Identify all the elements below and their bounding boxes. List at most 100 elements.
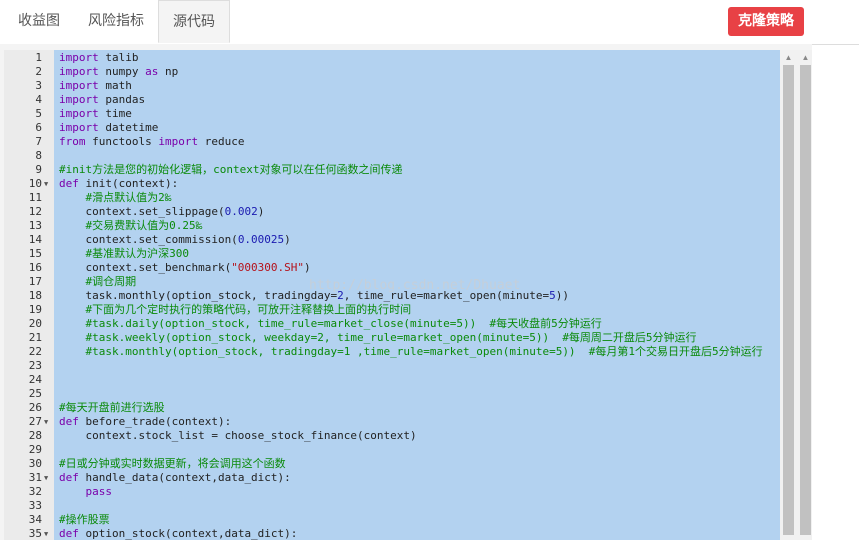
code-line: 5 import time bbox=[4, 107, 780, 121]
code-line: 4 import pandas bbox=[4, 93, 780, 107]
code-editor[interactable]: 1 import talib 2 import numpy as np 3 import … bbox=[4, 50, 780, 540]
code-text: import pandas bbox=[59, 93, 146, 106]
line-number: 9 bbox=[35, 163, 42, 176]
code-line: 7 from functools import reduce bbox=[4, 135, 780, 149]
line-number: 32 bbox=[28, 485, 42, 498]
vertical-scrollbar[interactable] bbox=[783, 65, 794, 535]
code-text: #task.daily(option_stock, time_rule=mark… bbox=[59, 317, 602, 330]
line-number: 35 bbox=[28, 527, 42, 540]
line-number: 2 bbox=[35, 65, 42, 78]
code-line: 29 bbox=[4, 443, 780, 457]
line-number: 23 bbox=[28, 359, 42, 372]
line-number: 34 bbox=[28, 513, 42, 526]
line-number: 6 bbox=[35, 121, 42, 134]
code-line: 18 task.monthly(option_stock, tradingday… bbox=[4, 289, 780, 303]
fold-arrow-icon[interactable]: ▼ bbox=[44, 177, 48, 191]
code-text: from functools import reduce bbox=[59, 135, 245, 148]
line-number: 12 bbox=[28, 205, 42, 218]
code-text: task.monthly(option_stock, tradingday=2,… bbox=[59, 289, 569, 302]
line-number: 16 bbox=[28, 261, 42, 274]
line-number: 18 bbox=[28, 289, 42, 302]
line-number: 25 bbox=[28, 387, 42, 400]
code-text: #每天开盘前进行选股 bbox=[59, 401, 165, 414]
code-line: 12 context.set_slippage(0.002) bbox=[4, 205, 780, 219]
code-text: import time bbox=[59, 107, 132, 120]
code-line: 32 pass bbox=[4, 485, 780, 499]
code-line: 1 import talib bbox=[4, 51, 780, 65]
code-text: context.set_benchmark("000300.SH") bbox=[59, 261, 311, 274]
line-number: 29 bbox=[28, 443, 42, 456]
code-text: def before_trade(context): bbox=[59, 415, 232, 428]
line-number: 21 bbox=[28, 331, 42, 344]
line-number: 11 bbox=[28, 191, 42, 204]
code-text: #task.monthly(option_stock, tradingday=1… bbox=[59, 345, 763, 358]
code-line: 6 import datetime bbox=[4, 121, 780, 135]
code-line: 17 #调仓周期 bbox=[4, 275, 780, 289]
code-text: #调仓周期 bbox=[59, 275, 137, 288]
line-number: 27 bbox=[28, 415, 42, 428]
code-line: 2 import numpy as np bbox=[4, 65, 780, 79]
code-text: #滑点默认值为2‰ bbox=[59, 191, 172, 204]
code-line: 35 ▼ def option_stock(context,data_dict): bbox=[4, 527, 780, 540]
code-line: 11 #滑点默认值为2‰ bbox=[4, 191, 780, 205]
code-text: def init(context): bbox=[59, 177, 179, 190]
vertical-scrollbar-outer[interactable] bbox=[800, 65, 811, 535]
code-line: 9 #init方法是您的初始化逻辑，context对象可以在任何函数之间传递 bbox=[4, 163, 780, 177]
line-number: 22 bbox=[28, 345, 42, 358]
line-number: 20 bbox=[28, 317, 42, 330]
tab-source-code[interactable]: 源代码 bbox=[158, 0, 230, 43]
code-text: import numpy as np bbox=[59, 65, 179, 78]
code-text: #基准默认为沪深300 bbox=[59, 247, 189, 260]
line-number: 15 bbox=[28, 247, 42, 260]
tab-returns-chart[interactable]: 收益图 bbox=[8, 0, 70, 42]
code-text: #下面为几个定时执行的策略代码，可放开注释替换上面的执行时间 bbox=[59, 303, 412, 316]
code-text: def option_stock(context,data_dict): bbox=[59, 527, 298, 540]
scroll-up-arrow-icon[interactable]: ▲ bbox=[800, 54, 811, 62]
code-line: 24 bbox=[4, 373, 780, 387]
fold-arrow-icon[interactable]: ▼ bbox=[44, 471, 48, 485]
tab-bar: 收益图 风险指标 源代码 克隆策略 bbox=[0, 0, 859, 45]
code-line: 15 #基准默认为沪深300 bbox=[4, 247, 780, 261]
code-line: 25 bbox=[4, 387, 780, 401]
code-text: pass bbox=[59, 485, 112, 498]
clone-strategy-button[interactable]: 克隆策略 bbox=[728, 7, 804, 36]
line-number: 31 bbox=[28, 471, 42, 484]
line-number: 28 bbox=[28, 429, 42, 442]
code-line: 27 ▼ def before_trade(context): bbox=[4, 415, 780, 429]
code-text: #task.weekly(option_stock, weekday=2, ti… bbox=[59, 331, 697, 344]
line-number: 19 bbox=[28, 303, 42, 316]
code-text: context.stock_list = choose_stock_financ… bbox=[59, 429, 417, 442]
scroll-up-arrow-icon[interactable]: ▲ bbox=[783, 54, 794, 62]
code-text: context.set_slippage(0.002) bbox=[59, 205, 265, 218]
code-text: #日或分钟或实时数据更新，将会调用这个函数 bbox=[59, 457, 286, 470]
code-line: 33 bbox=[4, 499, 780, 513]
code-line: 3 import math bbox=[4, 79, 780, 93]
code-line: 10 ▼ def init(context): bbox=[4, 177, 780, 191]
line-number: 5 bbox=[35, 107, 42, 120]
fold-arrow-icon[interactable]: ▼ bbox=[44, 415, 48, 429]
code-line: 20 #task.daily(option_stock, time_rule=m… bbox=[4, 317, 780, 331]
code-line: 28 context.stock_list = choose_stock_fin… bbox=[4, 429, 780, 443]
code-line: 22 #task.monthly(option_stock, tradingda… bbox=[4, 345, 780, 359]
code-line: 34 #操作股票 bbox=[4, 513, 780, 527]
code-line: 14 context.set_commission(0.00025) bbox=[4, 233, 780, 247]
code-text: def handle_data(context,data_dict): bbox=[59, 471, 291, 484]
line-number: 33 bbox=[28, 499, 42, 512]
code-line: 23 bbox=[4, 359, 780, 373]
line-number: 14 bbox=[28, 233, 42, 246]
code-text: #操作股票 bbox=[59, 513, 110, 526]
line-number: 8 bbox=[35, 149, 42, 162]
line-number: 4 bbox=[35, 93, 42, 106]
fold-arrow-icon[interactable]: ▼ bbox=[44, 527, 48, 540]
code-line: 26 #每天开盘前进行选股 bbox=[4, 401, 780, 415]
tab-risk-metrics[interactable]: 风险指标 bbox=[78, 0, 154, 42]
line-number: 3 bbox=[35, 79, 42, 92]
code-text: import math bbox=[59, 79, 132, 92]
code-line: 16 context.set_benchmark("000300.SH") bbox=[4, 261, 780, 275]
source-code-panel: 1 import talib 2 import numpy as np 3 import … bbox=[0, 44, 812, 540]
line-number: 24 bbox=[28, 373, 42, 386]
code-line: 21 #task.weekly(option_stock, weekday=2,… bbox=[4, 331, 780, 345]
line-number: 30 bbox=[28, 457, 42, 470]
line-number: 1 bbox=[35, 51, 42, 64]
line-number: 7 bbox=[35, 135, 42, 148]
